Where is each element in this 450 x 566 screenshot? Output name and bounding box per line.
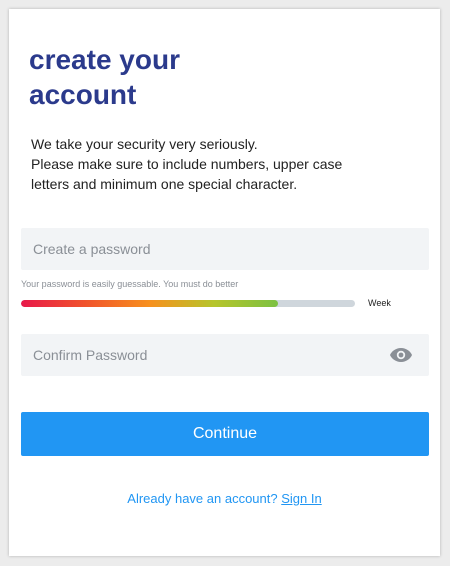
confirm-password-field[interactable] — [21, 334, 429, 376]
signin-prompt-text: Already have an account? — [127, 491, 278, 506]
password-hint: Your password is easily guessable. You m… — [21, 279, 239, 289]
password-strength-label: Week — [368, 298, 391, 308]
description-line: We take your security very seriously. — [31, 136, 258, 152]
continue-button[interactable]: Continue — [21, 412, 429, 456]
eye-icon[interactable] — [389, 346, 413, 364]
signin-prompt: Already have an account? Sign In — [9, 491, 440, 506]
password-field[interactable] — [21, 228, 429, 270]
password-strength-meter — [21, 300, 355, 307]
description-line: letters and minimum one special characte… — [31, 176, 298, 192]
description-line: Please make sure to include numbers, upp… — [31, 156, 343, 172]
page-title: create your account — [29, 44, 180, 110]
security-description: We take your security very seriously. Pl… — [31, 134, 411, 194]
signin-link[interactable]: Sign In — [281, 491, 321, 506]
signup-card: create your account We take your securit… — [9, 9, 440, 556]
password-input[interactable] — [21, 241, 429, 257]
password-strength-fill — [21, 300, 279, 307]
confirm-password-input[interactable] — [21, 347, 429, 363]
